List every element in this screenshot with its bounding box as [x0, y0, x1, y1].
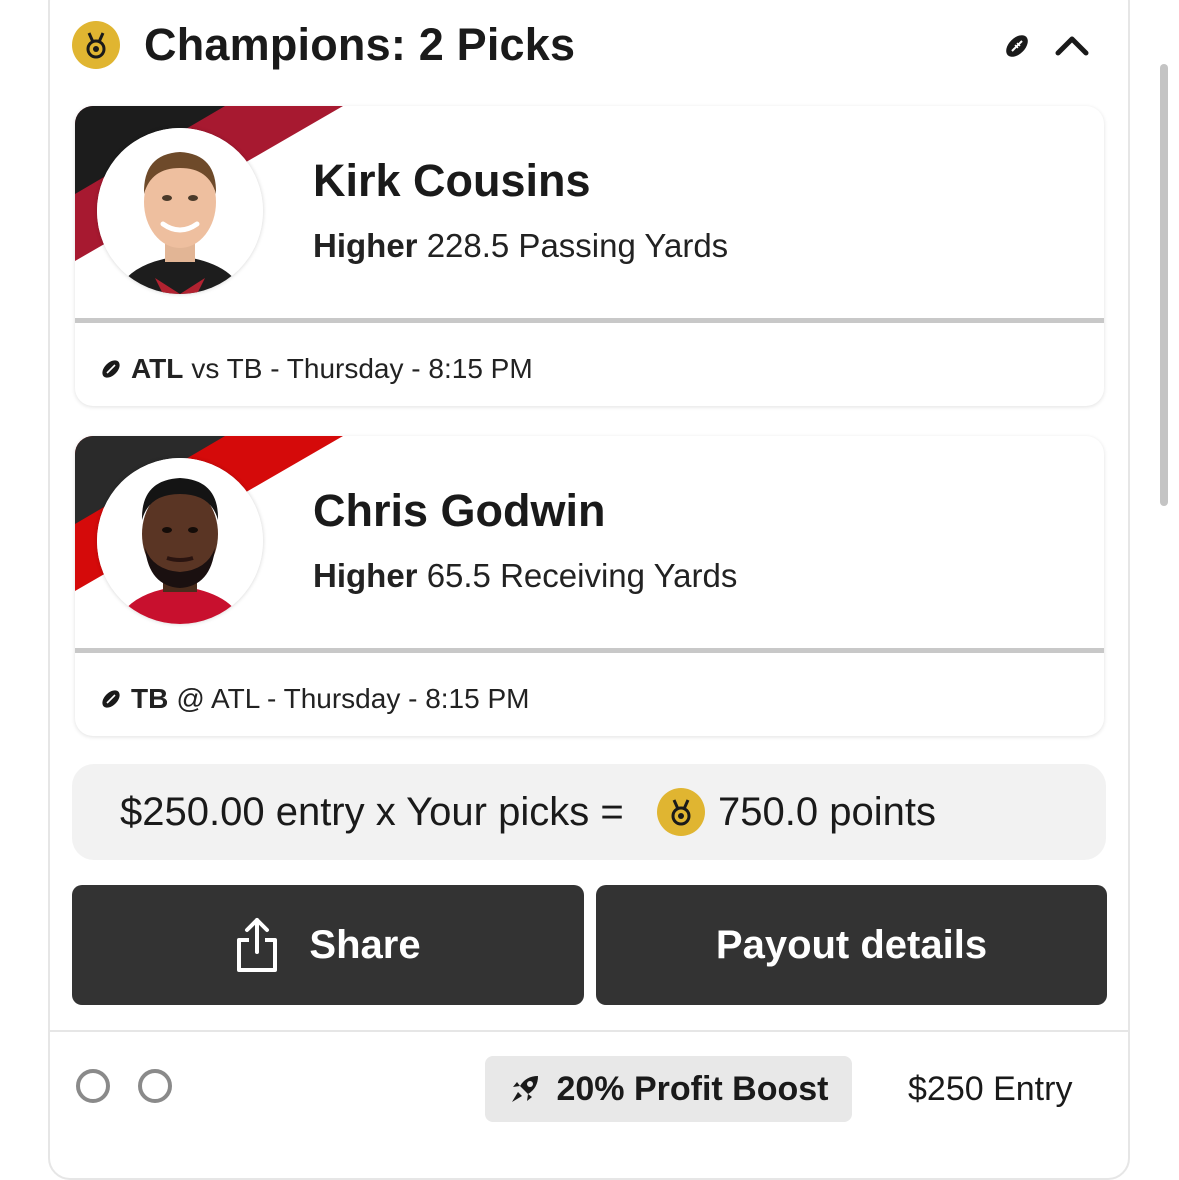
pick-projection: Higher 228.5 Passing Yards [313, 226, 728, 266]
player-avatar [97, 128, 263, 294]
share-icon [237, 918, 278, 972]
page-title: Champions: 2 Picks [144, 19, 576, 70]
pick-projection: Higher 65.5 Receiving Yards [313, 556, 737, 596]
matchup-text: @ ATL - Thursday - 8:15 PM [176, 683, 530, 714]
game-info: TB @ ATL - Thursday - 8:15 PM [99, 682, 529, 716]
footer-divider [50, 1030, 1128, 1032]
player-name: Kirk Cousins [313, 155, 591, 206]
card-divider [75, 648, 1104, 653]
share-button[interactable]: Share [72, 885, 584, 1005]
rocket-icon [512, 1076, 539, 1102]
pick-direction: Higher [313, 557, 418, 594]
share-label: Share [309, 922, 421, 967]
player-avatar [97, 458, 263, 624]
pick-status-indicator [76, 1069, 110, 1103]
points-value: 750.0 points [718, 790, 936, 834]
chevron-up-icon[interactable] [1054, 29, 1090, 61]
scrollbar[interactable] [1160, 64, 1168, 506]
boost-label: 20% Profit Boost [556, 1069, 829, 1108]
team-abbr: ATL [131, 353, 184, 384]
payout-details-button[interactable]: Payout details [596, 885, 1107, 1005]
football-icon [1006, 35, 1028, 57]
payout-label: Payout details [715, 922, 988, 967]
pick-card[interactable]: Kirk Cousins Higher 228.5 Passing Yards … [75, 106, 1104, 406]
medal-icon [72, 21, 120, 69]
pick-status-indicator [138, 1069, 172, 1103]
entry-summary: $250.00 entry x Your picks = 750.0 point… [72, 764, 1106, 860]
medal-icon [657, 788, 705, 836]
matchup-text: vs TB - Thursday - 8:15 PM [191, 353, 533, 384]
entry-header[interactable]: Champions: 2 Picks [72, 18, 1104, 74]
pick-stat-line: 65.5 Receiving Yards [426, 557, 738, 594]
game-info: ATL vs TB - Thursday - 8:15 PM [99, 352, 533, 386]
player-name: Chris Godwin [313, 485, 606, 536]
team-abbr: TB [131, 683, 169, 714]
entry-formula: $250.00 entry x Your picks = [120, 790, 624, 834]
card-divider [75, 318, 1104, 323]
football-icon [102, 360, 120, 378]
pick-card[interactable]: Chris Godwin Higher 65.5 Receiving Yards… [75, 436, 1104, 736]
football-icon [102, 690, 120, 708]
pick-direction: Higher [313, 227, 418, 264]
entry-amount: $250 Entry [908, 1070, 1073, 1108]
profit-boost-badge[interactable]: 20% Profit Boost [485, 1056, 852, 1122]
pick-stat-line: 228.5 Passing Yards [426, 227, 729, 264]
